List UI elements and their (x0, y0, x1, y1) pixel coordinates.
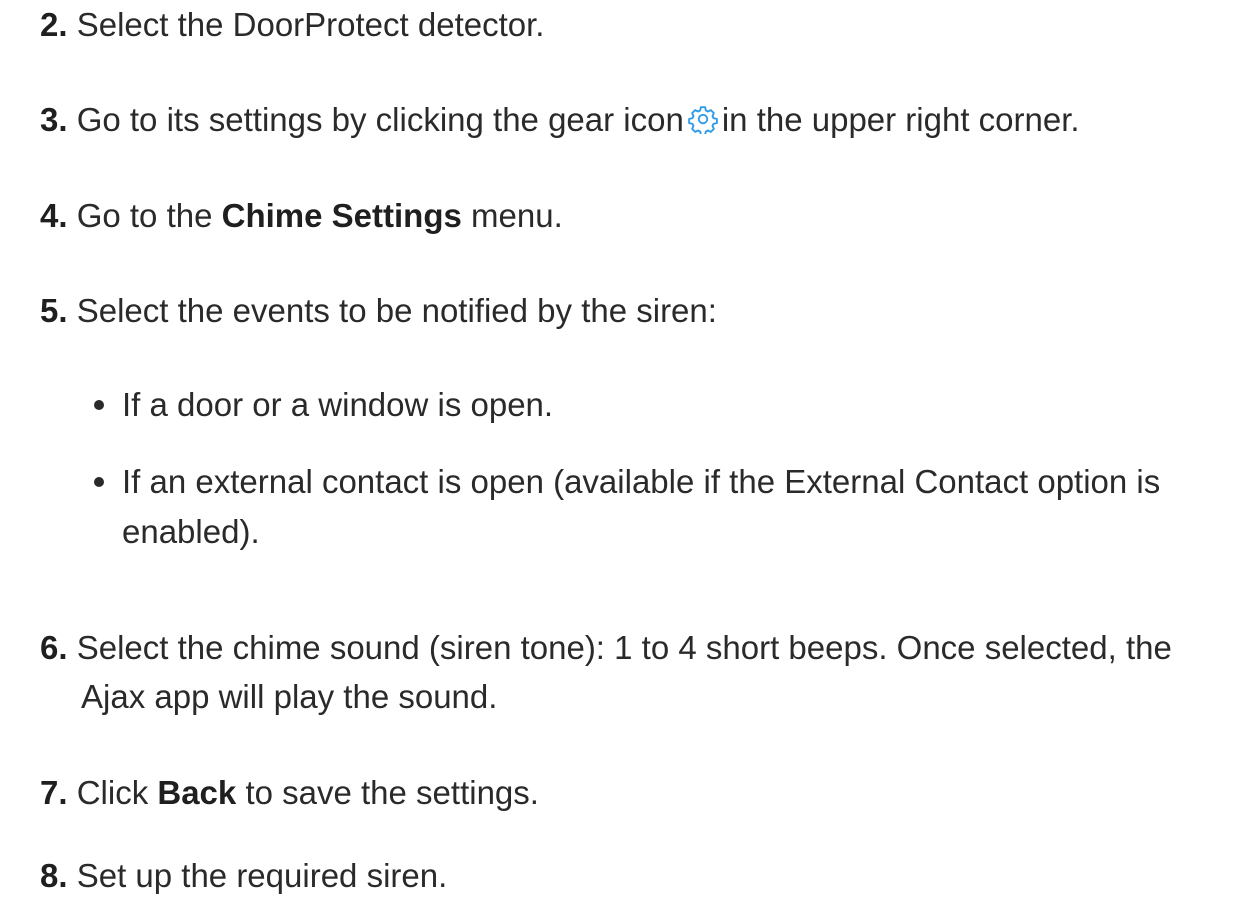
chime-settings-label: Chime Settings (221, 197, 462, 234)
instructions-document: 2. Select the DoorProtect detector. 3. G… (0, 0, 1253, 894)
step-text: Go to its settings by clicking the gear … (76, 101, 684, 138)
step-text-after: to save the settings. (245, 774, 539, 811)
gear-icon (688, 106, 718, 134)
step-3: 3. Go to its settings by clicking the ge… (40, 97, 1080, 143)
step-7: 7. Click Back to save the settings. (40, 770, 539, 816)
step-text-after: in the upper right corner. (721, 101, 1080, 138)
bullet-item-continued: enabled). (122, 513, 260, 550)
step-text: Select the DoorProtect detector. (76, 6, 545, 43)
step-number: 3. (40, 101, 68, 138)
step-text-after: menu. (471, 197, 563, 234)
step-text: Go to the (76, 197, 213, 234)
bullet-item: If a door or a window is open. (122, 386, 554, 423)
step-text: Select the chime sound (siren tone): 1 t… (76, 629, 1172, 666)
bullet-item: If an external contact is open (availabl… (122, 463, 1161, 500)
step-6: 6. Select the chime sound (siren tone): … (40, 625, 1172, 671)
step-number: 5. (40, 292, 68, 329)
step-5: 5. Select the events to be notified by t… (40, 288, 717, 334)
step-6-continued: Ajax app will play the sound. (81, 678, 498, 715)
bullet-dot (94, 400, 104, 410)
step-4: 4. Go to the Chime Settings menu. (40, 193, 563, 239)
step-number: 2. (40, 6, 68, 43)
step-number: 6. (40, 629, 68, 666)
step-text: Click (76, 774, 149, 811)
step-number: 8. (40, 857, 68, 894)
bullet-dot (94, 477, 104, 487)
step-number: 4. (40, 197, 68, 234)
step-8: 8. Set up the required siren. (40, 853, 447, 899)
step-2: 2. Select the DoorProtect detector. (40, 2, 544, 48)
step-text: Set up the required siren. (76, 857, 448, 894)
step-number: 7. (40, 774, 68, 811)
step-text: Select the events to be notified by the … (76, 292, 717, 329)
back-label: Back (157, 774, 237, 811)
